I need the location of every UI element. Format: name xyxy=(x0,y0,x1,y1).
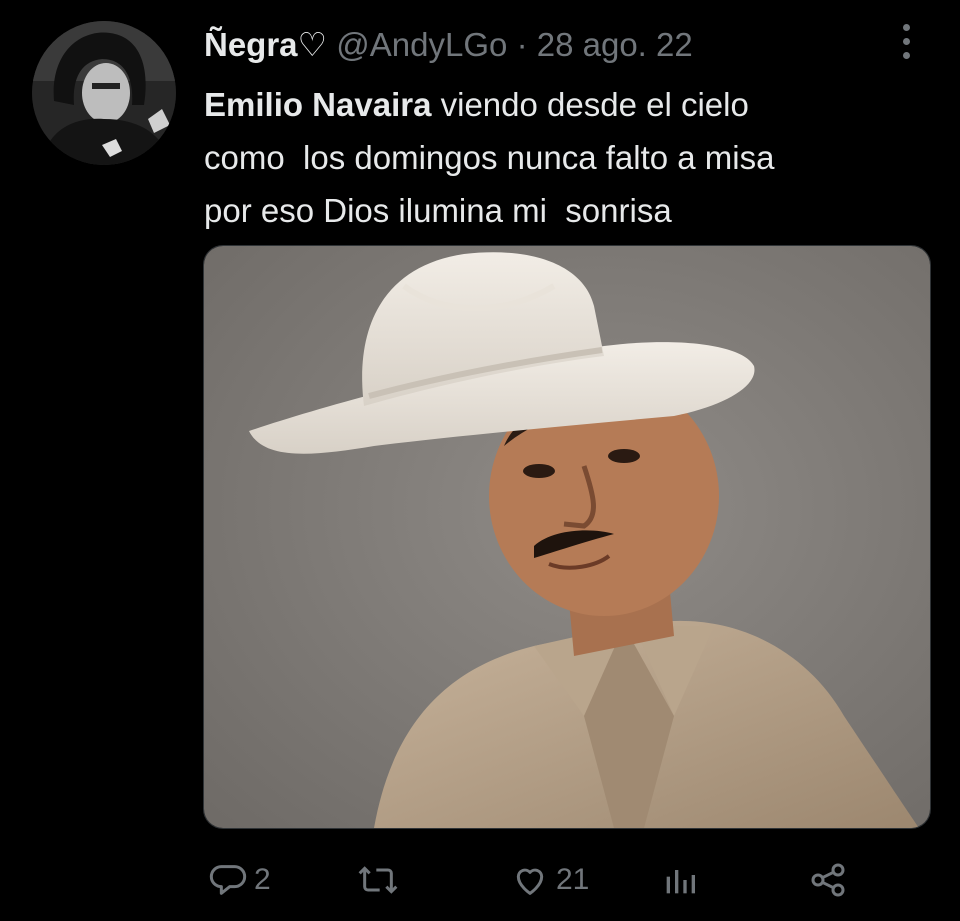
reply-count: 2 xyxy=(254,863,271,896)
heart-icon xyxy=(516,868,544,895)
tweet: Ñegra♡ @AndyLGo · 28 ago. 22 Emilio Nava… xyxy=(0,0,960,921)
tweet-text: Emilio Navaira viendo desde el cielo com… xyxy=(204,78,904,237)
tweet-text-line-1: Emilio Navaira viendo desde el cielo xyxy=(204,78,904,131)
analytics-icon xyxy=(666,870,695,894)
avatar-image xyxy=(32,21,176,165)
analytics-button[interactable] xyxy=(660,858,700,902)
retweet-icon xyxy=(358,866,398,894)
share-button[interactable] xyxy=(806,858,850,902)
tweet-photo[interactable] xyxy=(203,245,931,829)
photo-man-in-cowboy-hat xyxy=(204,246,930,828)
more-dots-icon[interactable] xyxy=(896,22,918,62)
avatar[interactable] xyxy=(32,21,176,165)
mention[interactable]: Emilio Navaira xyxy=(204,86,431,123)
retweet-button[interactable] xyxy=(356,858,406,902)
like-count: 21 xyxy=(556,863,590,896)
reply-button[interactable]: 2 xyxy=(208,858,271,902)
timestamp[interactable]: 28 ago. 22 xyxy=(537,26,693,63)
reply-icon xyxy=(209,865,247,895)
share-icon xyxy=(811,863,845,897)
like-button[interactable]: 21 xyxy=(510,858,589,902)
separator: · xyxy=(516,26,528,63)
tweet-header: Ñegra♡ @AndyLGo · 28 ago. 22 xyxy=(204,24,693,66)
tweet-text-line-2: como los domingos nunca falto a misa xyxy=(204,139,775,176)
tweet-actions: 2 21 xyxy=(0,850,960,910)
display-name[interactable]: Ñegra♡ xyxy=(204,26,327,63)
handle[interactable]: @AndyLGo xyxy=(336,26,507,63)
tweet-text-line-1-rest: viendo desde el cielo xyxy=(431,86,749,123)
tweet-text-line-3: por eso Dios ilumina mi sonrisa xyxy=(204,192,672,229)
